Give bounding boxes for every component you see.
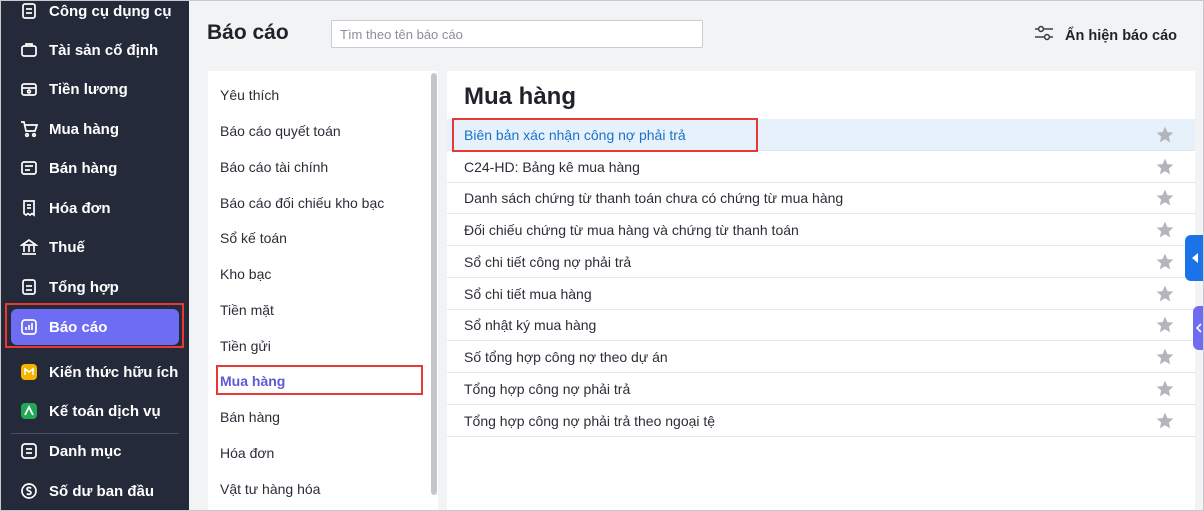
highlight-box xyxy=(5,303,184,348)
service-icon xyxy=(19,401,39,421)
briefcase-icon xyxy=(19,40,39,60)
sidebar-item-label: Công cụ dụng cụ xyxy=(49,2,172,20)
report-name: Số tổng hợp công nợ theo dự án xyxy=(464,349,668,365)
report-row[interactable]: Tổng hợp công nợ phải trả theo ngoại tệ xyxy=(447,405,1195,437)
list-icon xyxy=(19,441,39,461)
category-item[interactable]: Vật tư hàng hóa xyxy=(220,481,320,497)
sidebar-item-label: Mua hàng xyxy=(49,120,119,138)
report-row[interactable]: Sổ chi tiết mua hàng xyxy=(447,278,1195,310)
sidebar-item-label: Hóa đơn xyxy=(49,199,111,217)
sidebar-item-summary[interactable]: Tổng hợp xyxy=(11,269,179,305)
summary-icon xyxy=(19,277,39,297)
category-item[interactable]: Bán hàng xyxy=(220,409,280,425)
sidebar-item-label: Tiền lương xyxy=(49,80,128,98)
caret-left-icon xyxy=(1192,253,1198,263)
knowledge-icon xyxy=(19,362,39,382)
star-icon[interactable] xyxy=(1155,188,1175,208)
report-row[interactable]: Số tổng hợp công nợ theo dự án xyxy=(447,341,1195,373)
collapse-panel-button[interactable] xyxy=(1193,306,1203,350)
search-input[interactable] xyxy=(331,20,703,48)
highlight-box xyxy=(452,118,758,152)
report-name: C24-HD: Bảng kê mua hàng xyxy=(464,159,640,175)
report-row[interactable]: C24-HD: Bảng kê mua hàng xyxy=(447,151,1195,183)
sidebar-item-label: Kế toán dịch vụ xyxy=(49,402,161,420)
sidebar: Công cụ dụng cụ Tài sản cố định Tiền lươ… xyxy=(1,1,189,510)
report-name: Danh sách chứng từ thanh toán chưa có ch… xyxy=(464,190,844,206)
category-item[interactable]: Sổ kế toán xyxy=(220,230,287,246)
category-item[interactable]: Yêu thích xyxy=(220,87,279,103)
sidebar-item-label: Bán hàng xyxy=(49,159,118,177)
report-name: Sổ chi tiết công nợ phải trả xyxy=(464,254,632,270)
bank-icon xyxy=(19,237,39,257)
category-item[interactable]: Báo cáo tài chính xyxy=(220,159,328,175)
category-item[interactable]: Hóa đơn xyxy=(220,445,274,461)
category-item[interactable]: Tiền mặt xyxy=(220,302,274,318)
toggle-reports-button[interactable]: Ẩn hiện báo cáo xyxy=(1033,23,1177,48)
sliders-icon xyxy=(1033,23,1055,48)
sidebar-item-label: Thuế xyxy=(49,238,85,256)
star-icon[interactable] xyxy=(1155,411,1175,431)
sidebar-item-label: Danh mục xyxy=(49,442,122,460)
sidebar-item-label: Số dư ban đầu xyxy=(49,482,155,500)
report-name: Tổng hợp công nợ phải trả xyxy=(464,381,631,397)
star-icon[interactable] xyxy=(1155,252,1175,272)
sidebar-item-fixed-assets[interactable]: Tài sản cố định xyxy=(11,32,179,68)
page-title: Báo cáo xyxy=(207,21,289,44)
sidebar-item-purchasing[interactable]: Mua hàng xyxy=(11,111,179,147)
category-item[interactable]: Kho bạc xyxy=(220,266,271,282)
sidebar-item-invoices[interactable]: Hóa đơn xyxy=(11,190,179,226)
report-row[interactable]: Sổ nhật ký mua hàng xyxy=(447,309,1195,341)
report-row[interactable]: Tổng hợp công nợ phải trả xyxy=(447,373,1195,405)
sidebar-item-sales[interactable]: Bán hàng xyxy=(11,150,179,186)
cart-icon xyxy=(19,119,39,139)
category-scrollbar[interactable] xyxy=(431,73,437,495)
star-icon[interactable] xyxy=(1155,157,1175,177)
star-icon[interactable] xyxy=(1155,284,1175,304)
star-icon[interactable] xyxy=(1155,379,1175,399)
sidebar-item-label: Tổng hợp xyxy=(49,278,119,296)
sidebar-item-opening-balance[interactable]: Số dư ban đầu xyxy=(11,473,179,509)
report-name: Sổ nhật ký mua hàng xyxy=(464,317,597,333)
category-item[interactable]: Tiền gửi xyxy=(220,338,271,354)
report-name: Đối chiếu chứng từ mua hàng và chứng từ … xyxy=(464,222,799,238)
sale-bag-icon xyxy=(19,158,39,178)
highlight-box xyxy=(216,365,423,395)
star-icon[interactable] xyxy=(1155,220,1175,240)
sidebar-item-knowledge[interactable]: Kiến thức hữu ích xyxy=(11,354,179,390)
report-name: Tổng hợp công nợ phải trả theo ngoại tệ xyxy=(464,413,716,429)
sidebar-item-payroll[interactable]: Tiền lương xyxy=(11,71,179,107)
category-panel: Yêu thích Báo cáo quyết toán Báo cáo tài… xyxy=(208,71,438,510)
toggle-reports-label: Ẩn hiện báo cáo xyxy=(1065,27,1177,44)
sidebar-item-tools[interactable]: Công cụ dụng cụ xyxy=(11,1,179,29)
app-window: Công cụ dụng cụ Tài sản cố định Tiền lươ… xyxy=(0,0,1204,511)
side-panel-toggle-button[interactable] xyxy=(1185,235,1203,281)
star-icon[interactable] xyxy=(1155,315,1175,335)
star-icon[interactable] xyxy=(1155,125,1175,145)
sidebar-item-label: Kiến thức hữu ích xyxy=(49,363,179,381)
category-item[interactable]: Báo cáo quyết toán xyxy=(220,123,341,139)
wallet-icon xyxy=(19,79,39,99)
category-item[interactable]: Báo cáo đối chiếu kho bạc xyxy=(220,195,384,211)
sidebar-item-tax[interactable]: Thuế xyxy=(11,229,179,265)
sidebar-item-label: Tài sản cố định xyxy=(49,41,159,59)
report-row[interactable]: Danh sách chứng từ thanh toán chưa có ch… xyxy=(447,182,1195,214)
report-row[interactable]: Sổ chi tiết công nợ phải trả xyxy=(447,246,1195,278)
report-name: Sổ chi tiết mua hàng xyxy=(464,286,592,302)
balance-icon xyxy=(19,481,39,501)
sidebar-item-catalog[interactable]: Danh mục xyxy=(11,433,179,469)
star-icon[interactable] xyxy=(1155,347,1175,367)
tools-icon xyxy=(19,1,39,21)
report-row[interactable]: Đối chiếu chứng từ mua hàng và chứng từ … xyxy=(447,214,1195,246)
report-section-title: Mua hàng xyxy=(464,83,576,110)
sidebar-item-accounting-service[interactable]: Kế toán dịch vụ xyxy=(11,393,179,429)
chevron-left-icon xyxy=(1195,323,1202,333)
invoice-icon xyxy=(19,198,39,218)
